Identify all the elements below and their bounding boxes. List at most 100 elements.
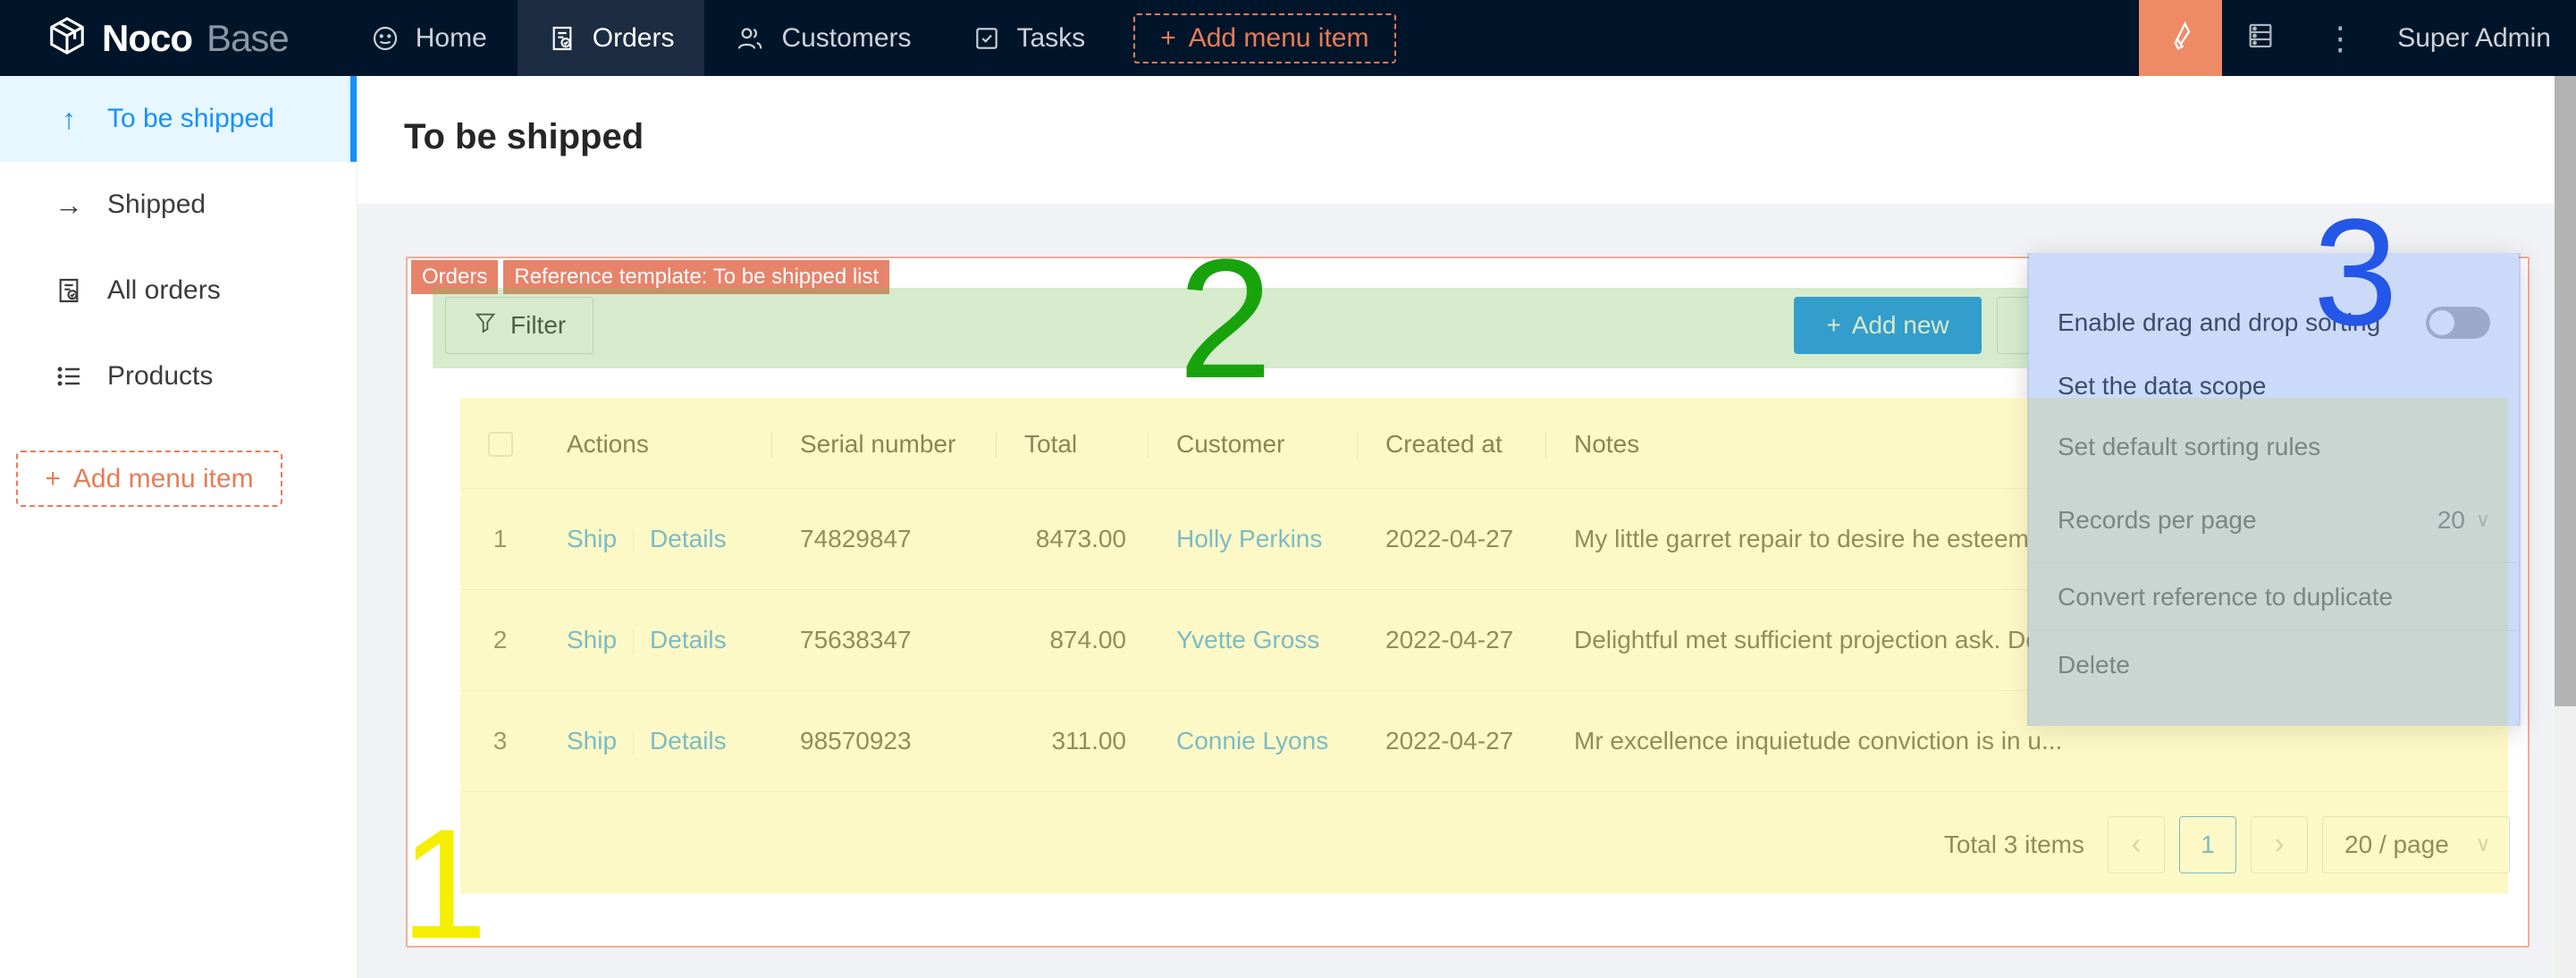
column-header-total: Total — [996, 419, 1148, 469]
sidebar-item-shipped[interactable]: → Shipped — [0, 162, 357, 248]
nav-tab-label: Customers — [781, 23, 911, 54]
sidebar-add-menu-item-button[interactable]: + Add menu item — [16, 451, 282, 507]
filter-button[interactable]: Filter — [445, 297, 593, 354]
arrow-right-icon: → — [54, 189, 84, 222]
cube-logo-icon — [46, 15, 88, 61]
page-1-button[interactable]: 1 — [2179, 816, 2236, 873]
customer-link[interactable]: Connie Lyons — [1176, 727, 1328, 755]
chevron-down-icon: ∨ — [2476, 509, 2490, 532]
filter-label: Filter — [510, 311, 566, 340]
sidebar-item-products[interactable]: Products — [0, 333, 357, 419]
ship-action-link[interactable]: Ship — [567, 525, 617, 552]
chevron-right-icon: › — [2274, 827, 2284, 862]
menu-item-convert-reference[interactable]: Convert reference to duplicate — [2029, 563, 2519, 630]
details-action-link[interactable]: Details — [650, 727, 727, 755]
more-options-button[interactable]: ⋮ — [2299, 20, 2381, 57]
nav-tab-home[interactable]: Home — [341, 0, 518, 76]
notes-cell: Mr excellence inquietude conviction is i… — [1545, 727, 2510, 755]
block-designer-tags: Orders Reference template: To be shipped… — [411, 260, 889, 294]
kebab-icon: ⋮ — [2324, 20, 2356, 56]
total-cell: 874.00 — [996, 626, 1148, 654]
nav-tab-label: Tasks — [1017, 23, 1086, 54]
serial-number-cell: 98570923 — [771, 727, 996, 755]
add-new-label: Add new — [1852, 311, 1949, 340]
next-page-button[interactable]: › — [2251, 816, 2308, 873]
created-at-cell: 2022-04-27 — [1357, 727, 1545, 755]
check-square-icon — [972, 24, 1001, 53]
serial-number-cell: 75638347 — [771, 626, 996, 654]
chevron-down-icon: ∨ — [2475, 831, 2491, 857]
row-index: 3 — [462, 727, 538, 755]
top-navbar: NocoBase Home — [0, 0, 2576, 76]
page-size-value: 20 / page — [2344, 830, 2449, 859]
sidebar-item-label: To be shipped — [107, 104, 274, 134]
nav-tab-tasks[interactable]: Tasks — [942, 0, 1116, 76]
plus-icon: + — [45, 464, 61, 494]
doc-check-icon — [54, 276, 84, 305]
created-at-cell: 2022-04-27 — [1357, 525, 1545, 553]
plus-icon: + — [1160, 23, 1176, 54]
nocobase-app: NocoBase Home — [0, 0, 2576, 978]
user-menu[interactable]: Super Admin — [2381, 23, 2576, 54]
navbar-add-menu-item-button[interactable]: + Add menu item — [1133, 13, 1395, 63]
menu-item-label: Records per page — [2058, 506, 2257, 535]
filter-funnel-icon — [473, 310, 498, 341]
nav-tab-label: Orders — [593, 23, 675, 54]
ship-action-link[interactable]: Ship — [567, 626, 617, 653]
add-menu-item-label: Add menu item — [1189, 23, 1369, 54]
total-items-label: Total 3 items — [1944, 830, 2084, 859]
arrow-up-icon: ↑ — [54, 103, 84, 136]
ui-editor-button[interactable] — [2139, 0, 2222, 76]
add-new-button[interactable]: + Add new — [1794, 297, 1982, 354]
collection-tag: Orders — [411, 260, 498, 294]
sidebar: ↑ To be shipped → Shipped All orders — [0, 76, 358, 978]
ship-action-link[interactable]: Ship — [567, 727, 617, 755]
select-all-checkbox[interactable] — [488, 432, 513, 457]
sidebar-item-label: Shipped — [107, 190, 206, 220]
sidebar-item-label: All orders — [107, 275, 221, 306]
plus-icon: + — [1826, 311, 1840, 340]
sidebar-item-to-be-shipped[interactable]: ↑ To be shipped — [0, 76, 357, 162]
page-title: To be shipped — [404, 117, 644, 157]
menu-item-enable-drag-sorting[interactable]: Enable drag and drop sorting — [2029, 289, 2519, 356]
menu-item-label: Enable drag and drop sorting — [2058, 308, 2380, 337]
nav-tab-orders[interactable]: Orders — [518, 0, 705, 76]
sidebar-item-all-orders[interactable]: All orders — [0, 248, 357, 333]
scrollbar-thumb[interactable] — [2555, 76, 2576, 706]
menu-item-records-per-page[interactable]: Records per page 20 ∨ — [2029, 477, 2519, 562]
menu-item-label: Set default sorting rules — [2058, 433, 2320, 461]
action-divider — [633, 529, 634, 552]
drag-sorting-toggle[interactable] — [2426, 307, 2490, 339]
menu-item-set-default-sorting[interactable]: Set default sorting rules — [2029, 417, 2519, 477]
row-index: 1 — [462, 525, 538, 553]
customer-link[interactable]: Yvette Gross — [1176, 626, 1319, 653]
total-cell: 8473.00 — [996, 525, 1148, 553]
customers-people-icon — [735, 23, 765, 54]
nav-tab-customers[interactable]: Customers — [704, 0, 941, 76]
menu-item-delete[interactable]: Delete — [2029, 631, 2519, 698]
table-pagination: Total 3 items ‹ 1 › 20 / page ∨ — [462, 802, 2510, 887]
highlighter-icon — [2165, 20, 2197, 56]
action-divider — [633, 731, 634, 755]
details-action-link[interactable]: Details — [650, 626, 727, 653]
menu-item-label: Set the data scope — [2058, 372, 2267, 400]
nocobase-logo[interactable]: NocoBase — [0, 15, 341, 61]
page-header: To be shipped — [358, 76, 2576, 204]
menu-item-set-data-scope[interactable]: Set the data scope — [2029, 356, 2519, 417]
created-at-cell: 2022-04-27 — [1357, 626, 1545, 654]
logo-text-noco: Noco — [102, 17, 192, 60]
row-index: 2 — [462, 626, 538, 654]
serial-number-cell: 74829847 — [771, 525, 996, 553]
sidebar-item-label: Products — [107, 361, 213, 392]
records-per-page-value: 20 — [2437, 506, 2465, 535]
list-icon — [54, 362, 84, 391]
nav-tab-label: Home — [416, 23, 487, 54]
customer-link[interactable]: Holly Perkins — [1176, 525, 1322, 552]
database-icon — [2245, 21, 2276, 55]
column-header-created-at: Created at — [1357, 419, 1545, 469]
action-divider — [633, 630, 634, 653]
previous-page-button[interactable]: ‹ — [2108, 816, 2165, 873]
details-action-link[interactable]: Details — [650, 525, 727, 552]
collections-database-button[interactable] — [2222, 0, 2299, 76]
page-size-select[interactable]: 20 / page ∨ — [2322, 816, 2510, 873]
